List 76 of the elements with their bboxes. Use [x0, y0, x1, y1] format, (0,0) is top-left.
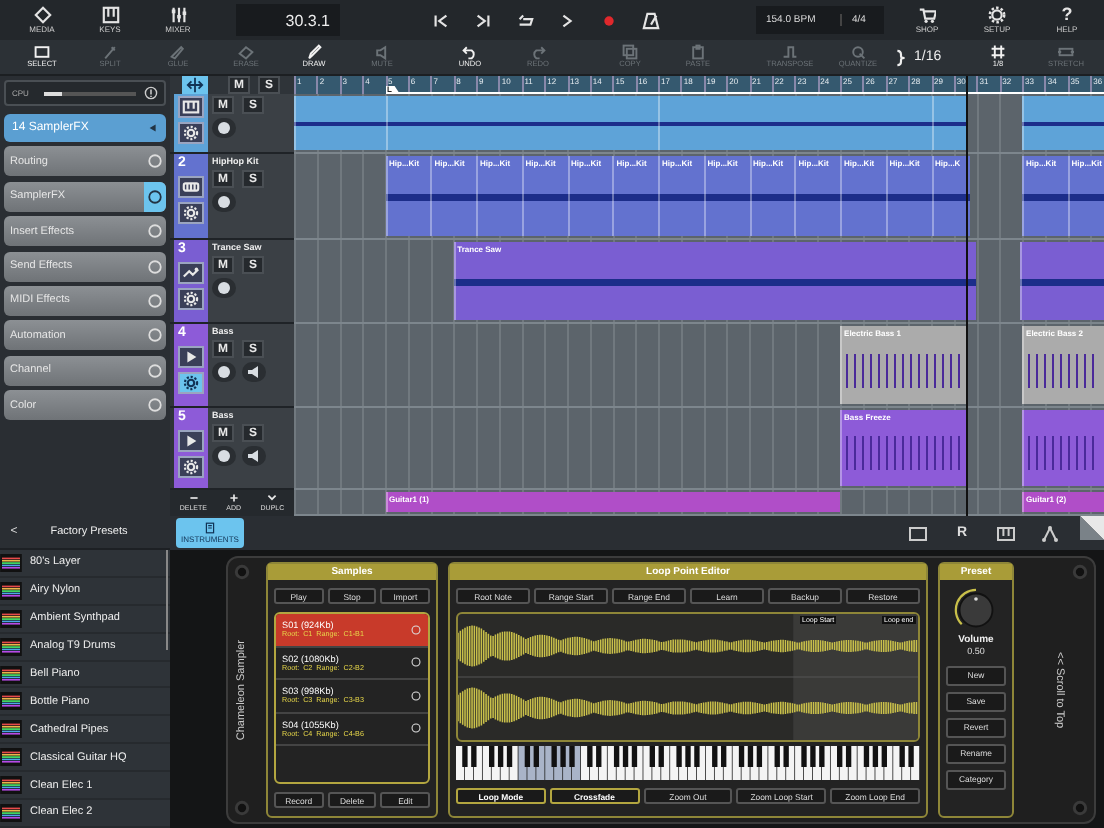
record-arm-icon[interactable] — [212, 278, 236, 298]
gear-icon[interactable] — [178, 122, 204, 144]
radio-icon — [410, 623, 422, 636]
preset-icon — [0, 692, 22, 711]
clip[interactable] — [931, 96, 968, 150]
record-arm-icon[interactable] — [212, 446, 236, 466]
preset-icon — [0, 748, 22, 767]
preset-icon — [0, 553, 22, 572]
screw-icon — [234, 800, 250, 816]
media-icon — [33, 6, 51, 24]
record-arm-icon[interactable] — [212, 118, 236, 138]
speaker-icon[interactable] — [242, 362, 266, 382]
screw-icon — [234, 564, 250, 580]
play-icon[interactable] — [178, 430, 204, 452]
instrument-icon — [204, 522, 216, 534]
gear-icon — [988, 6, 1006, 24]
preset-icon — [0, 776, 22, 795]
piano-keyboard[interactable] — [456, 746, 920, 780]
radio-icon — [410, 722, 422, 735]
clip[interactable] — [658, 96, 932, 150]
screen-icon[interactable] — [908, 523, 928, 543]
clip[interactable] — [1022, 410, 1104, 486]
play-icon[interactable] — [178, 346, 204, 368]
screw-icon — [1072, 564, 1088, 580]
piano-keys-icon[interactable] — [996, 523, 1016, 543]
preset-icon — [0, 637, 22, 656]
record-arm-icon[interactable] — [212, 192, 236, 212]
cart-icon — [918, 6, 936, 24]
undo-icon — [462, 44, 478, 60]
eraser-icon — [238, 44, 254, 60]
grid-icon — [990, 44, 1006, 60]
radio-icon — [410, 656, 422, 669]
gear-icon[interactable] — [178, 202, 204, 224]
clip[interactable] — [1022, 96, 1104, 150]
collapse-arrow-icon — [146, 122, 158, 134]
mixer-sliders-icon — [169, 6, 187, 24]
minus-icon — [187, 492, 200, 504]
preset-icon — [0, 720, 22, 739]
clip[interactable] — [385, 96, 659, 150]
stretch-icon — [1058, 44, 1074, 60]
step-line-icon — [782, 44, 798, 60]
chevron-down-icon — [266, 492, 279, 504]
redo-icon — [530, 44, 546, 60]
help-icon: ? — [1061, 6, 1073, 24]
move-arrows-icon[interactable] — [182, 76, 208, 94]
gear-icon[interactable] — [178, 372, 204, 394]
page-curl-icon[interactable] — [1080, 516, 1104, 540]
plus-icon — [227, 492, 240, 504]
select-icon — [34, 44, 50, 60]
volume-knob[interactable] — [954, 588, 998, 632]
bracket-icon — [892, 45, 910, 69]
clip[interactable] — [1019, 242, 1104, 320]
piano-keys-icon — [101, 6, 119, 24]
gear-icon[interactable] — [178, 456, 204, 478]
preset-icon — [0, 581, 22, 600]
speaker-icon[interactable] — [242, 446, 266, 466]
keyboard-icon[interactable] — [178, 96, 204, 118]
screw-icon — [1072, 800, 1088, 816]
copy-icon — [622, 44, 638, 60]
item-icon — [144, 181, 166, 212]
info-icon[interactable] — [144, 86, 158, 100]
paste-icon — [690, 44, 706, 60]
speaker-icon — [374, 44, 390, 60]
preset-icon — [0, 609, 22, 628]
quantize-icon — [850, 44, 866, 60]
synth-icon[interactable] — [178, 262, 204, 284]
preset-icon — [0, 803, 22, 822]
pencil-icon — [306, 44, 322, 60]
drum-icon[interactable] — [178, 176, 204, 198]
clip[interactable] — [294, 96, 385, 150]
radio-icon — [410, 689, 422, 702]
nodes-icon[interactable] — [1040, 523, 1060, 543]
preset-icon — [0, 665, 22, 683]
position-display: 30.3.1 — [236, 4, 340, 36]
record-arm-icon[interactable] — [212, 362, 236, 382]
gear-icon[interactable] — [178, 288, 204, 310]
